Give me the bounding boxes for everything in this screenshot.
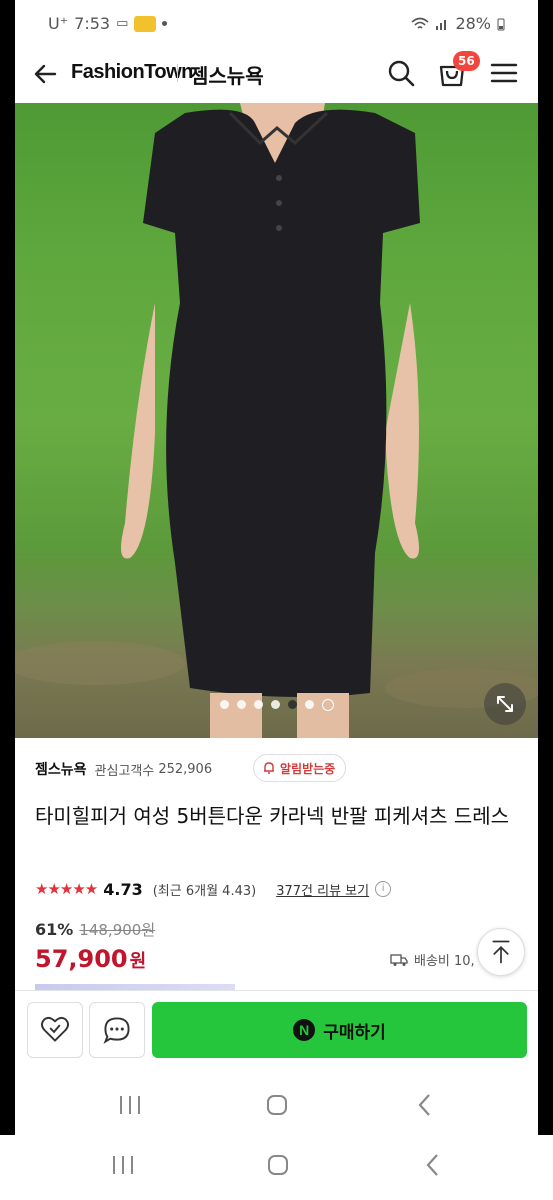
back-arrow-icon[interactable] xyxy=(29,58,61,90)
followers-label: 관심고객수 xyxy=(94,763,155,779)
back-nav-icon[interactable] xyxy=(407,1090,443,1120)
purchase-action-bar: N 구매하기 xyxy=(15,990,538,1074)
shipping-info: 배송비 10, xyxy=(390,950,475,969)
recent-rating: (최근 6개월 4.43) xyxy=(152,883,257,899)
phone-screen: U⁺ 7:53 ▭ 28% FashionTown 젬스뉴욕 56 젬스뉴욕 관… xyxy=(15,0,538,1135)
recent-apps-icon[interactable] xyxy=(112,1090,148,1120)
buy-button[interactable]: N 구매하기 xyxy=(152,1002,527,1058)
gallery-dot[interactable] xyxy=(219,700,229,709)
wishlist-heart-icon[interactable] xyxy=(27,1002,83,1058)
home-icon[interactable] xyxy=(260,1150,296,1180)
shipping-fee: 배송비 10, xyxy=(414,954,475,969)
cart-count-badge: 56 xyxy=(453,51,480,71)
brand-logo[interactable]: FashionTown xyxy=(71,61,193,84)
star-rating-icon: ★★★★★ xyxy=(35,880,98,898)
bell-icon xyxy=(264,762,274,774)
back-nav-icon[interactable] xyxy=(415,1150,451,1180)
buy-label: 구매하기 xyxy=(323,1022,386,1043)
info-icon[interactable]: i xyxy=(375,881,392,897)
battery-icon xyxy=(497,18,505,30)
battery-level: 28% xyxy=(455,14,491,33)
more-notifications-icon xyxy=(162,21,168,26)
expand-icon[interactable] xyxy=(484,683,526,725)
notification-toggle-button[interactable]: 알림받는중 xyxy=(253,754,347,782)
store-name[interactable]: 젬스뉴욕 xyxy=(190,60,264,89)
status-left: U⁺ 7:53 ▭ xyxy=(48,14,168,33)
gallery-indicator xyxy=(15,699,538,711)
product-title: 타미힐피거 여성 5버튼다운 카라넥 반팔 피케셔츠 드레스 xyxy=(35,804,510,828)
carrier-label: U⁺ xyxy=(48,14,69,33)
dress-photo xyxy=(15,103,538,738)
status-bar: U⁺ 7:53 ▭ 28% xyxy=(15,0,538,48)
product-image[interactable] xyxy=(15,103,538,738)
seller-row: 젬스뉴욕 관심고객수 252,906 알림받는중 xyxy=(35,754,525,782)
original-price: 148,900원 xyxy=(79,921,156,939)
price-row: 57,900 원 xyxy=(35,945,146,973)
gallery-dot[interactable] xyxy=(270,700,280,709)
wifi-icon xyxy=(411,17,429,29)
naver-pay-icon: N xyxy=(293,1019,316,1041)
review-link[interactable]: 377건 리뷰 보기 xyxy=(276,880,369,899)
gallery-dot[interactable] xyxy=(253,700,263,709)
scroll-top-icon[interactable] xyxy=(477,928,525,976)
discount-rate: 61% xyxy=(35,920,74,939)
currency-unit: 원 xyxy=(129,951,147,972)
signal-icon xyxy=(436,19,447,30)
seller-name[interactable]: 젬스뉴욕 xyxy=(35,759,87,779)
screenshot-icon: ▭ xyxy=(116,16,129,31)
gallery-dot-active[interactable] xyxy=(287,700,297,709)
system-nav-bar xyxy=(15,1075,538,1135)
video-play-icon[interactable] xyxy=(321,699,334,711)
brand-divider xyxy=(177,64,178,82)
home-icon[interactable] xyxy=(259,1090,295,1120)
menu-icon[interactable] xyxy=(487,56,521,90)
truck-icon xyxy=(390,953,408,966)
clock: 7:53 xyxy=(74,14,111,33)
gallery-dot[interactable] xyxy=(236,700,246,709)
notification-toggle-label: 알림받는중 xyxy=(280,761,336,776)
status-right: 28% xyxy=(411,14,505,33)
recent-apps-icon[interactable] xyxy=(105,1150,141,1180)
app-notification-icon xyxy=(134,15,157,32)
followers-count: 252,906 xyxy=(158,761,213,777)
gallery-dot[interactable] xyxy=(304,700,314,709)
discount-row: 61% 148,900원 xyxy=(35,919,155,940)
chat-icon[interactable] xyxy=(89,1002,145,1058)
search-icon[interactable] xyxy=(384,56,418,90)
rating-value: 4.73 xyxy=(103,879,143,899)
sale-price: 57,900 xyxy=(35,945,128,973)
rating-row: ★★★★★ 4.73 (최근 6개월 4.43) 377건 리뷰 보기 i xyxy=(35,877,525,901)
outer-system-nav-bar xyxy=(0,1135,553,1200)
